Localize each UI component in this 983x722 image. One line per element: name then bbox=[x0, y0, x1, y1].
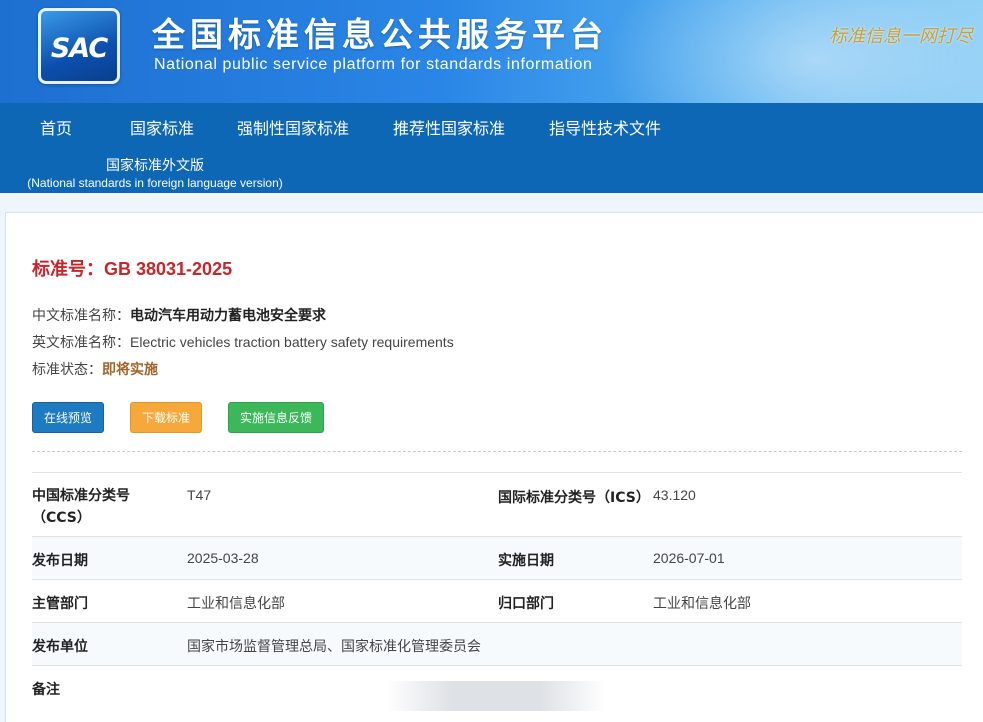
publish-date-label: 发布日期 bbox=[32, 553, 88, 569]
nav-foreign-zh: 国家标准外文版 bbox=[106, 158, 204, 174]
ics-value: 43.120 bbox=[653, 487, 696, 503]
table-row: 中国标准分类号 （CCS） T47 国际标准分类号（ICS） 43.120 bbox=[32, 472, 962, 536]
site-header: SAC 全国标准信息公共服务平台 National public service… bbox=[0, 0, 983, 103]
standard-number-value: GB 38031-2025 bbox=[104, 259, 233, 279]
site-subtitle: National public service platform for sta… bbox=[154, 56, 593, 73]
remarks-label: 备注 bbox=[32, 682, 60, 698]
cn-name-value: 电动汽车用动力蓄电池安全要求 bbox=[130, 308, 326, 324]
table-row: 发布单位 国家市场监督管理总局、国家标准化管理委员会 bbox=[32, 622, 962, 665]
admin-dept-label: 归口部门 bbox=[498, 596, 554, 612]
section-divider bbox=[32, 451, 962, 452]
admin-dept-value: 工业和信息化部 bbox=[653, 596, 751, 612]
en-name-line: 英文标准名称：Electric vehicles traction batter… bbox=[32, 332, 454, 352]
ccs-value: T47 bbox=[187, 487, 212, 503]
nav-item-mandatory-standards[interactable]: 强制性国家标准 bbox=[237, 115, 349, 139]
publish-date-value: 2025-03-28 bbox=[187, 550, 259, 566]
authority-value: 工业和信息化部 bbox=[187, 596, 285, 612]
implementation-feedback-button[interactable]: 实施信息反馈 bbox=[228, 402, 325, 433]
nav-item-foreign-versions[interactable]: 国家标准外文版 (National standards in foreign l… bbox=[20, 155, 290, 190]
table-row: 主管部门 工业和信息化部 归口部门 工业和信息化部 bbox=[32, 579, 962, 622]
nav-item-home[interactable]: 首页 bbox=[40, 115, 72, 139]
status-label: 标准状态： bbox=[32, 362, 102, 378]
en-name-label: 英文标准名称： bbox=[32, 335, 130, 351]
ccs-label-line2: （CCS） bbox=[32, 510, 91, 526]
cn-name-label: 中文标准名称： bbox=[32, 308, 130, 324]
status-badge: 即将实施 bbox=[102, 362, 158, 378]
implement-date-value: 2026-07-01 bbox=[653, 550, 725, 566]
issuer-value: 国家市场监督管理总局、国家标准化管理委员会 bbox=[187, 639, 481, 655]
main-nav: 首页 国家标准 强制性国家标准 推荐性国家标准 指导性技术文件 国家标准外文版 … bbox=[0, 103, 983, 193]
ics-label: 国际标准分类号（ICS） bbox=[498, 490, 650, 506]
standard-number: 标准号：GB 38031-2025 bbox=[32, 255, 232, 281]
nav-item-guidance-documents[interactable]: 指导性技术文件 bbox=[549, 115, 661, 139]
standard-detail-card: 标准号：GB 38031-2025 中文标准名称：电动汽车用动力蓄电池安全要求 … bbox=[5, 212, 983, 722]
nav-item-national-standards[interactable]: 国家标准 bbox=[130, 115, 194, 139]
issuer-label: 发布单位 bbox=[32, 639, 88, 655]
online-preview-button[interactable]: 在线预览 bbox=[32, 402, 105, 433]
en-name-value: Electric vehicles traction battery safet… bbox=[130, 334, 454, 350]
download-standard-button[interactable]: 下载标准 bbox=[130, 402, 203, 433]
site-slogan: 标准信息一网打尽 bbox=[829, 26, 973, 47]
table-row: 发布日期 2025-03-28 实施日期 2026-07-01 bbox=[32, 536, 962, 579]
ccs-label: 中国标准分类号 （CCS） bbox=[32, 485, 130, 529]
sac-logo[interactable]: SAC bbox=[38, 8, 120, 84]
logo-text: SAC bbox=[50, 33, 108, 64]
cn-name-line: 中文标准名称：电动汽车用动力蓄电池安全要求 bbox=[32, 305, 326, 325]
site-title: 全国标准信息公共服务平台 bbox=[152, 15, 608, 54]
header-glow bbox=[603, 0, 983, 103]
nav-foreign-en: (National standards in foreign language … bbox=[27, 176, 283, 190]
standard-number-label: 标准号： bbox=[32, 259, 104, 280]
nav-item-recommended-standards[interactable]: 推荐性国家标准 bbox=[393, 115, 505, 139]
status-line: 标准状态：即将实施 bbox=[32, 359, 158, 379]
watermark-blur bbox=[386, 681, 606, 711]
implement-date-label: 实施日期 bbox=[498, 553, 554, 569]
authority-label: 主管部门 bbox=[32, 596, 88, 612]
ccs-label-line1: 中国标准分类号 bbox=[32, 488, 130, 504]
